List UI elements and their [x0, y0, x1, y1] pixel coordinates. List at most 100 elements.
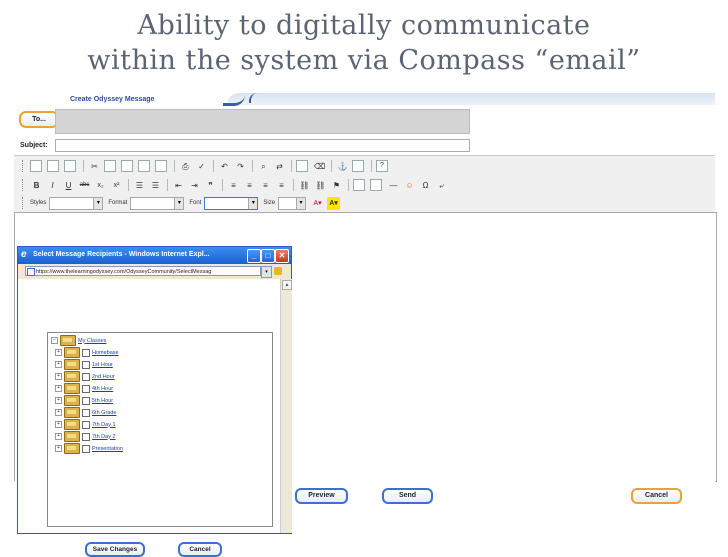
preview-button[interactable]: Preview [295, 488, 348, 504]
horizontal-rule-icon[interactable]: ― [387, 179, 400, 192]
remove-format-icon[interactable]: ⌫ [313, 160, 326, 173]
save-changes-button[interactable]: Save Changes [85, 542, 145, 557]
new-page-icon[interactable] [30, 160, 42, 172]
expand-icon[interactable]: + [55, 397, 62, 404]
undo-icon[interactable]: ↶ [218, 160, 231, 173]
checkbox[interactable] [82, 420, 90, 429]
minimize-icon[interactable]: _ [247, 249, 261, 263]
table-icon[interactable] [370, 179, 382, 191]
indent-icon[interactable]: ⇥ [188, 179, 201, 192]
size-select[interactable]: ▾ [278, 196, 307, 210]
maximize-icon[interactable]: □ [261, 249, 275, 263]
toolbar-separator [167, 179, 168, 191]
unlink-icon[interactable]: ⛓ [314, 179, 327, 192]
checkbox[interactable] [82, 396, 90, 405]
strikethrough-icon[interactable]: abc [78, 179, 91, 192]
link-icon[interactable]: ⛓ [298, 179, 311, 192]
styles-select[interactable]: ▾ [49, 196, 104, 210]
checkbox[interactable] [82, 408, 90, 417]
tree-item-label[interactable]: 7th Day 2 [92, 434, 116, 440]
unordered-list-icon[interactable]: ☰ [149, 179, 162, 192]
bold-icon[interactable]: B [30, 179, 43, 192]
copy-icon[interactable] [104, 160, 116, 172]
scroll-up-icon[interactable]: ▲ [282, 280, 292, 290]
collapse-icon[interactable]: − [51, 337, 58, 344]
smiley-icon[interactable]: ☺ [403, 179, 416, 192]
close-icon[interactable]: ✕ [275, 249, 289, 263]
ordered-list-icon[interactable]: ☰ [133, 179, 146, 192]
underline-icon[interactable]: U [62, 179, 75, 192]
source-icon[interactable] [352, 160, 364, 172]
folder-icon [64, 395, 80, 406]
tree-item: +6th Grade [55, 407, 116, 418]
special-char-icon[interactable]: Ω [419, 179, 432, 192]
checkbox[interactable] [82, 360, 90, 369]
spellcheck-icon[interactable]: ✓ [195, 160, 208, 173]
justify-icon[interactable]: ≡ [275, 179, 288, 192]
flag-icon[interactable]: ⚑ [330, 179, 343, 192]
tree-item-label[interactable]: 7th Day 1 [92, 422, 116, 428]
paste-text-icon[interactable] [138, 160, 150, 172]
replace-icon[interactable]: ⇄ [273, 160, 286, 173]
blockquote-icon[interactable]: ❞ [204, 179, 217, 192]
tree-item-label[interactable]: 6th Grade [92, 410, 116, 416]
tree-item: +1st Hour [55, 359, 113, 370]
url-field[interactable]: https://www.thelearningodyssey.com/Odyss… [25, 266, 261, 276]
cancel-button[interactable]: Cancel [631, 488, 682, 504]
checkbox[interactable] [82, 444, 90, 453]
chevron-down-icon: ▾ [296, 197, 306, 209]
chevron-down-icon[interactable]: ▾ [261, 266, 272, 278]
align-center-icon[interactable]: ≡ [243, 179, 256, 192]
scrollbar[interactable]: ▲ [280, 279, 292, 533]
to-button[interactable]: To... [19, 111, 59, 128]
tree-item-label[interactable]: 2nd Hour [92, 374, 115, 380]
expand-icon[interactable]: + [55, 373, 62, 380]
checkbox[interactable] [82, 384, 90, 393]
tree-item-label[interactable]: Homebase [92, 350, 119, 356]
preview-icon[interactable] [47, 160, 59, 172]
expand-icon[interactable]: + [55, 361, 62, 368]
folder-icon [64, 419, 80, 430]
help-icon[interactable]: ? [376, 160, 388, 172]
checkbox[interactable] [82, 432, 90, 441]
align-left-icon[interactable]: ≡ [227, 179, 240, 192]
templates-icon[interactable] [64, 160, 76, 172]
image-icon[interactable] [353, 179, 365, 191]
font-select[interactable]: ▾ [204, 196, 259, 210]
expand-icon[interactable]: + [55, 385, 62, 392]
expand-icon[interactable]: + [55, 409, 62, 416]
popup-cancel-button[interactable]: Cancel [178, 542, 222, 557]
subscript-icon[interactable]: x₂ [94, 179, 107, 192]
paste-icon[interactable] [121, 160, 133, 172]
superscript-icon[interactable]: x² [110, 179, 123, 192]
send-button[interactable]: Send [382, 488, 433, 504]
tree-item-label[interactable]: 1st Hour [92, 362, 113, 368]
expand-icon[interactable]: + [55, 445, 62, 452]
outdent-icon[interactable]: ⇤ [172, 179, 185, 192]
expand-icon[interactable]: + [55, 433, 62, 440]
tree-root-label[interactable]: My Classes [78, 338, 106, 344]
expand-icon[interactable]: + [55, 349, 62, 356]
tree-item-label[interactable]: 5th Hour [92, 398, 113, 404]
address-bar: https://www.thelearningodyssey.com/Odyss… [18, 264, 291, 280]
select-all-icon[interactable] [296, 160, 308, 172]
text-color-icon[interactable]: A▾ [311, 197, 324, 210]
format-select[interactable]: ▾ [130, 196, 185, 210]
paste-word-icon[interactable] [155, 160, 167, 172]
tree-item-label[interactable]: Presentation [92, 446, 123, 452]
redo-icon[interactable]: ↷ [234, 160, 247, 173]
subject-input[interactable] [55, 139, 470, 152]
cut-icon[interactable]: ✂ [88, 160, 101, 173]
print-icon[interactable]: ⎙ [179, 160, 192, 173]
page-break-icon[interactable]: ⤶ [435, 179, 448, 192]
italic-icon[interactable]: I [46, 179, 59, 192]
tree-item-label[interactable]: 4th Hour [92, 386, 113, 392]
checkbox[interactable] [82, 372, 90, 381]
checkbox[interactable] [82, 348, 90, 357]
background-color-icon[interactable]: A▾ [327, 196, 341, 210]
expand-icon[interactable]: + [55, 421, 62, 428]
recipients-field[interactable] [55, 109, 470, 134]
align-right-icon[interactable]: ≡ [259, 179, 272, 192]
anchor-icon[interactable]: ⚓ [336, 160, 349, 173]
find-icon[interactable]: ⌕ [257, 160, 270, 173]
